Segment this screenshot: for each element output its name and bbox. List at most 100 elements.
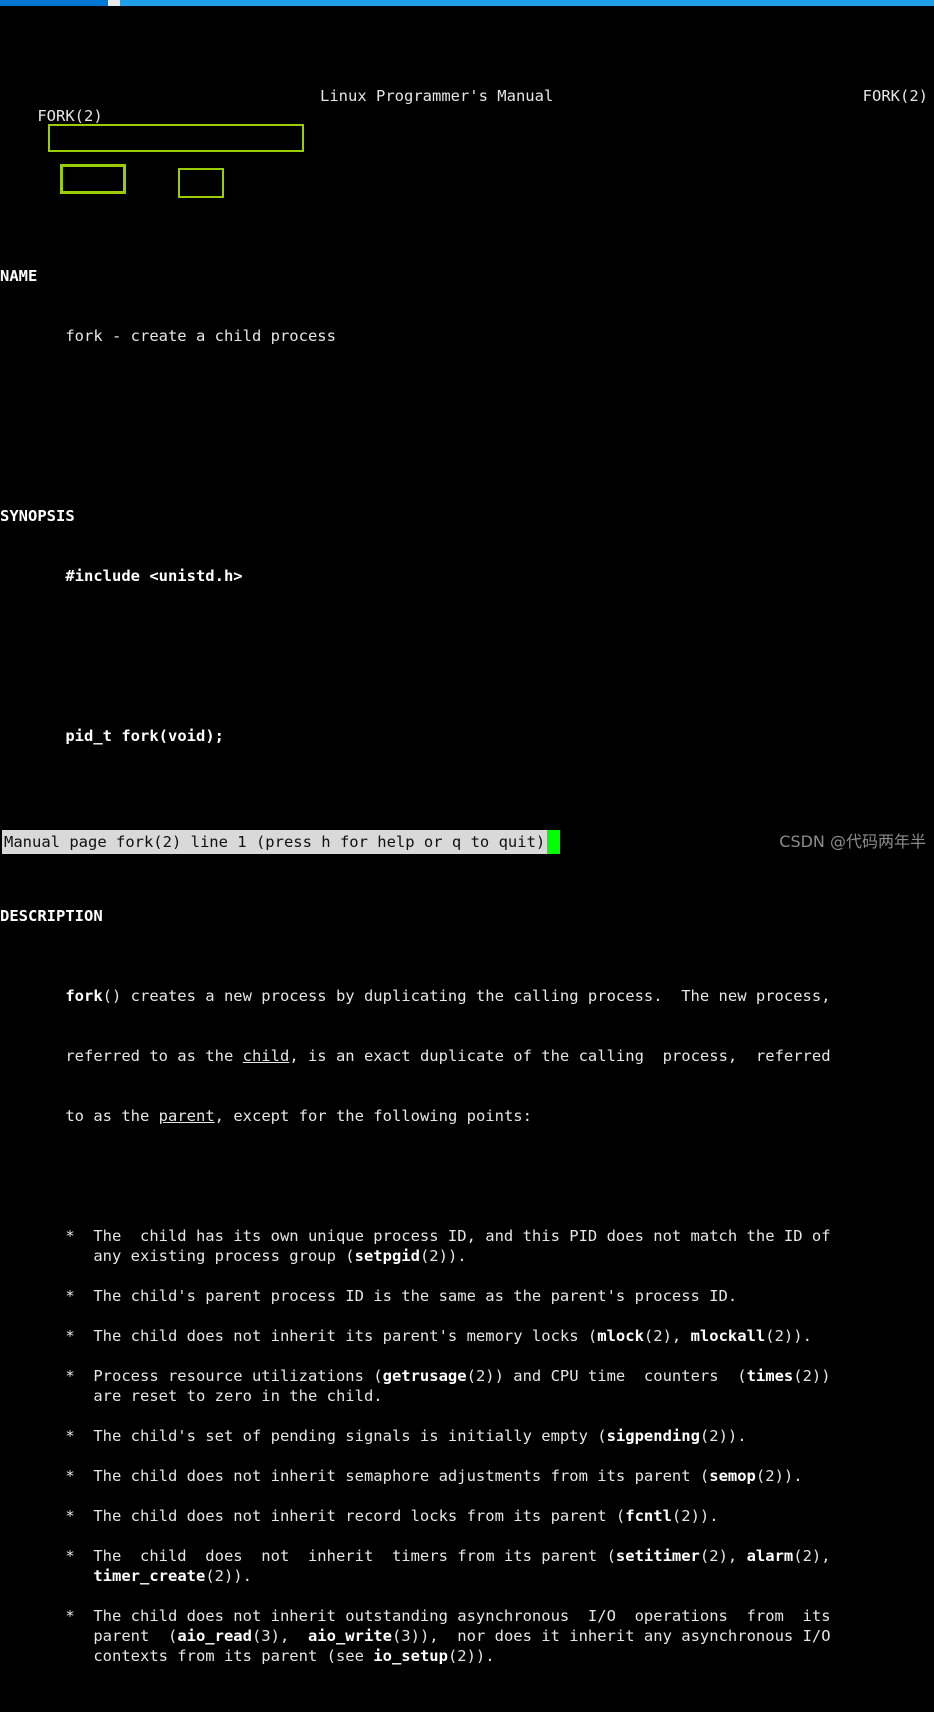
bullet-text: (2)). (672, 1507, 719, 1525)
manpage-function-ref: mlock (597, 1327, 644, 1345)
prototype-argument: void (168, 727, 205, 745)
bullet-text: (2)). (448, 1647, 495, 1665)
indent (0, 1647, 65, 1665)
fork-function-ref: fork (65, 987, 102, 1005)
bullet-text: (2)) and CPU time counters ( (467, 1367, 747, 1385)
section-heading-synopsis: SYNOPSIS (0, 506, 934, 526)
bullet-text: * The child does not inherit outstanding… (65, 1607, 830, 1625)
bullet-line: timer_create(2)). (0, 1566, 934, 1586)
indent (0, 1507, 65, 1525)
name-body-text: fork - create a child process (65, 327, 336, 345)
child-term: child (243, 1047, 290, 1065)
csdn-watermark: CSDN @代码两年半 (779, 830, 926, 854)
indent (0, 1367, 65, 1385)
bullet-text: (2), (644, 1327, 691, 1345)
section-heading-synopsis-label: SYNOPSIS (0, 507, 75, 525)
bullet-line: * The child does not inherit semaphore a… (0, 1466, 934, 1486)
indent (0, 1047, 65, 1065)
indent (0, 1607, 65, 1625)
section-heading-name: NAME (0, 266, 934, 286)
bullet-line: * The child's parent process ID is the s… (0, 1286, 934, 1306)
bullet-text: (2), (700, 1547, 747, 1565)
bullet-line: * The child does not inherit its parent'… (0, 1326, 934, 1346)
terminal-manpage-body[interactable]: FORK(2) Linux Programmer's Manual FORK(2… (0, 6, 934, 828)
bullet-line: * The child does not inherit record lock… (0, 1506, 934, 1526)
manpage-function-ref: alarm (747, 1547, 794, 1565)
section-heading-description-label: DESCRIPTION (0, 907, 103, 925)
spacer-line (0, 1486, 934, 1506)
bullet-text: (2)). (205, 1567, 252, 1585)
indent (0, 1287, 65, 1305)
bullet-line: are reset to zero in the child. (0, 1386, 934, 1406)
bullet-text: * The child does not inherit record lock… (65, 1507, 625, 1525)
description-text: , is an exact duplicate of the calling p… (289, 1047, 830, 1065)
synopsis-include-indent (0, 567, 65, 585)
bullet-text: * The child does not inherit its parent'… (65, 1327, 597, 1345)
description-bullet-list: * The child has its own unique process I… (0, 1206, 934, 1666)
description-paragraph-line: referred to as the child, is an exact du… (0, 1046, 934, 1066)
bullet-text: (2)). (765, 1327, 812, 1345)
spacer-line (0, 1526, 934, 1546)
spacer-line (0, 1306, 934, 1326)
spacer-line (0, 1266, 934, 1286)
bullet-text (65, 1567, 93, 1585)
manpage-header-center: Linux Programmer's Manual (320, 86, 553, 106)
name-body-indent (0, 327, 65, 345)
spacer-line (0, 1446, 934, 1466)
prototype-return-type: pid_t (65, 727, 112, 745)
indent (0, 1547, 65, 1565)
indent (0, 1327, 65, 1345)
indent (0, 1107, 65, 1125)
manpage-function-ref: timer_create (93, 1567, 205, 1585)
bullet-text: * The child's set of pending signals is … (65, 1427, 606, 1445)
spacer-line (0, 1206, 934, 1226)
bullet-text: * The child has its own unique process I… (65, 1227, 830, 1245)
bullet-text: (2)). (700, 1427, 747, 1445)
bullet-text: * Process resource utilizations ( (65, 1367, 382, 1385)
bullet-line: * The child does not inherit timers from… (0, 1546, 934, 1566)
bullet-text: any existing process group ( (65, 1247, 354, 1265)
bullet-text: (2)). (756, 1467, 803, 1485)
bullet-line: * The child does not inherit outstanding… (0, 1606, 934, 1626)
indent (0, 1467, 65, 1485)
indent (0, 1627, 65, 1645)
manpage-header-right: FORK(2) (863, 86, 928, 106)
spacer-line (0, 1406, 934, 1426)
indent (0, 1427, 65, 1445)
bullet-line: * The child's set of pending signals is … (0, 1426, 934, 1446)
manpage-function-ref: semop (709, 1467, 756, 1485)
spacer-line (0, 1346, 934, 1366)
indent (0, 1227, 65, 1245)
manpage-header: FORK(2) Linux Programmer's Manual FORK(2… (0, 86, 934, 106)
pager-status-text: Manual page fork(2) line 1 (press h for … (2, 830, 547, 854)
synopsis-include-text: #include <unistd.h> (65, 567, 242, 585)
parent-term: parent (159, 1107, 215, 1125)
spacer-line (0, 646, 934, 666)
description-paragraph-line: fork() creates a new process by duplicat… (0, 986, 934, 1006)
bullet-text: (2)) (793, 1367, 830, 1385)
bullet-line: * The child has its own unique process I… (0, 1226, 934, 1246)
indent (0, 1387, 65, 1405)
manpage-function-ref: io_setup (373, 1647, 448, 1665)
synopsis-prototype-line: pid_t fork(void); (0, 726, 934, 746)
synopsis-include-line: #include <unistd.h> (0, 566, 934, 586)
description-text: () creates a new process by duplicating … (103, 987, 831, 1005)
highlight-box-include-unistd (48, 124, 304, 152)
manpage-function-ref: getrusage (383, 1367, 467, 1385)
manpage-function-ref: fcntl (625, 1507, 672, 1525)
bullet-text: parent ( (65, 1627, 177, 1645)
bullet-line: contexts from its parent (see io_setup(2… (0, 1646, 934, 1666)
name-body-line: fork - create a child process (0, 326, 934, 346)
section-heading-description: DESCRIPTION (0, 906, 934, 926)
manpage-header-left: FORK(2) (37, 107, 102, 125)
bullet-line: parent (aio_read(3), aio_write(3)), nor … (0, 1626, 934, 1646)
manpage-function-ref: sigpending (607, 1427, 700, 1445)
indent (0, 987, 65, 1005)
description-text: referred to as the (65, 1047, 242, 1065)
pager-status-bar[interactable]: Manual page fork(2) line 1 (press h for … (0, 828, 934, 856)
bullet-text: (3), (252, 1627, 308, 1645)
description-paragraph-line: to as the parent, except for the followi… (0, 1106, 934, 1126)
prototype-tail: ); (205, 727, 224, 745)
manpage-function-ref: aio_read (177, 1627, 252, 1645)
bullet-text: (3)), nor does it inherit any asynchrono… (392, 1627, 831, 1645)
